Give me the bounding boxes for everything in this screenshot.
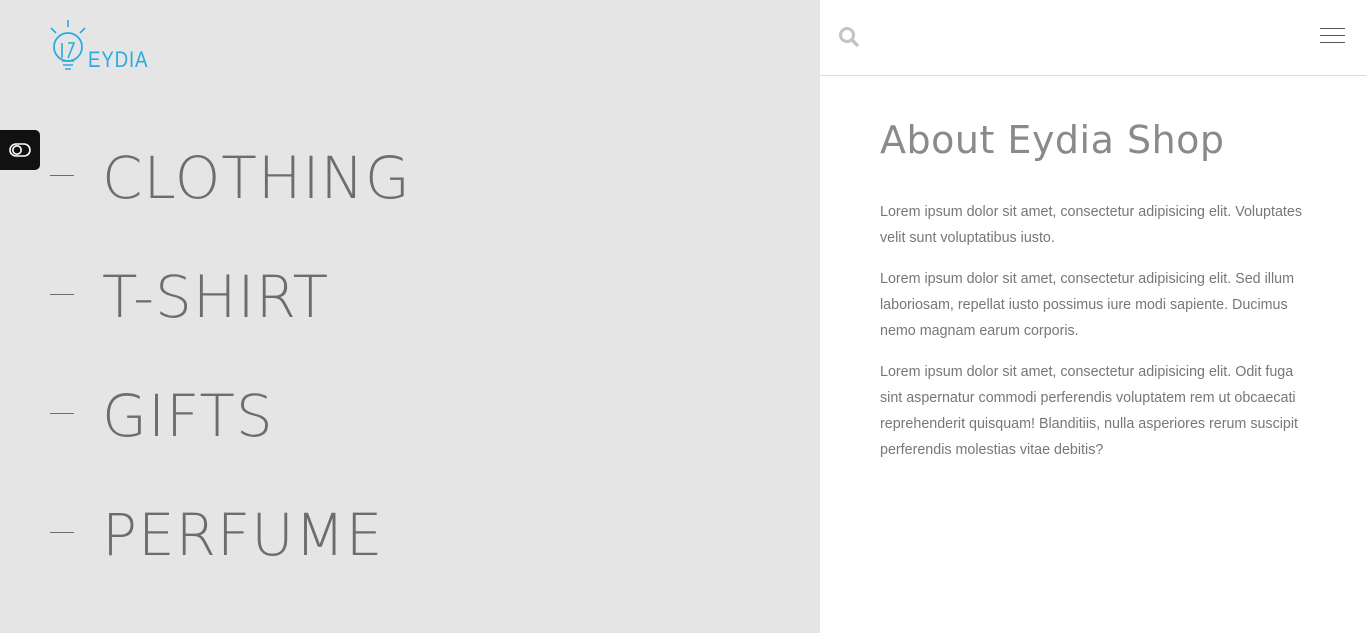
category-item-perfume[interactable]: PERFUME — [50, 475, 411, 594]
category-panel: EYDIA CLOTHING T-SHIRT GIFTS PERFUME — [0, 0, 820, 633]
category-item-t-shirt[interactable]: T-SHIRT — [50, 237, 411, 356]
category-list: CLOTHING T-SHIRT GIFTS PERFUME — [50, 118, 411, 594]
top-bar — [820, 0, 1366, 76]
toggle-switch-icon — [9, 143, 31, 157]
hamburger-menu-icon — [1320, 42, 1345, 43]
category-label: T-SHIRT — [102, 262, 330, 331]
about-paragraph: Lorem ipsum dolor sit amet, consectetur … — [880, 364, 1298, 458]
hamburger-menu-icon — [1320, 28, 1345, 29]
category-label: CLOTHING — [102, 143, 411, 212]
dash-divider — [50, 175, 74, 176]
about-section: About Eydia Shop Lorem ipsum dolor sit a… — [880, 118, 1310, 478]
about-title: About Eydia Shop — [880, 118, 1225, 162]
dash-divider — [50, 413, 74, 414]
about-paragraph: Lorem ipsum dolor sit amet, consectetur … — [880, 271, 1294, 339]
dash-divider — [50, 294, 74, 295]
category-item-clothing[interactable]: CLOTHING — [50, 118, 411, 237]
brand-logo[interactable]: EYDIA — [48, 18, 148, 76]
side-toggle-button[interactable] — [0, 130, 40, 170]
lightbulb-logo-icon — [50, 20, 86, 70]
category-item-gifts[interactable]: GIFTS — [50, 356, 411, 475]
category-label: PERFUME — [102, 500, 384, 569]
about-paragraph: Lorem ipsum dolor sit amet, consectetur … — [880, 204, 1302, 246]
category-label: GIFTS — [102, 381, 274, 450]
hamburger-menu-button[interactable] — [1320, 28, 1346, 48]
dash-divider — [50, 532, 74, 533]
brand-name: EYDIA — [88, 47, 149, 72]
search-button[interactable] — [838, 26, 862, 50]
hamburger-menu-icon — [1320, 35, 1345, 36]
search-icon — [839, 27, 859, 47]
